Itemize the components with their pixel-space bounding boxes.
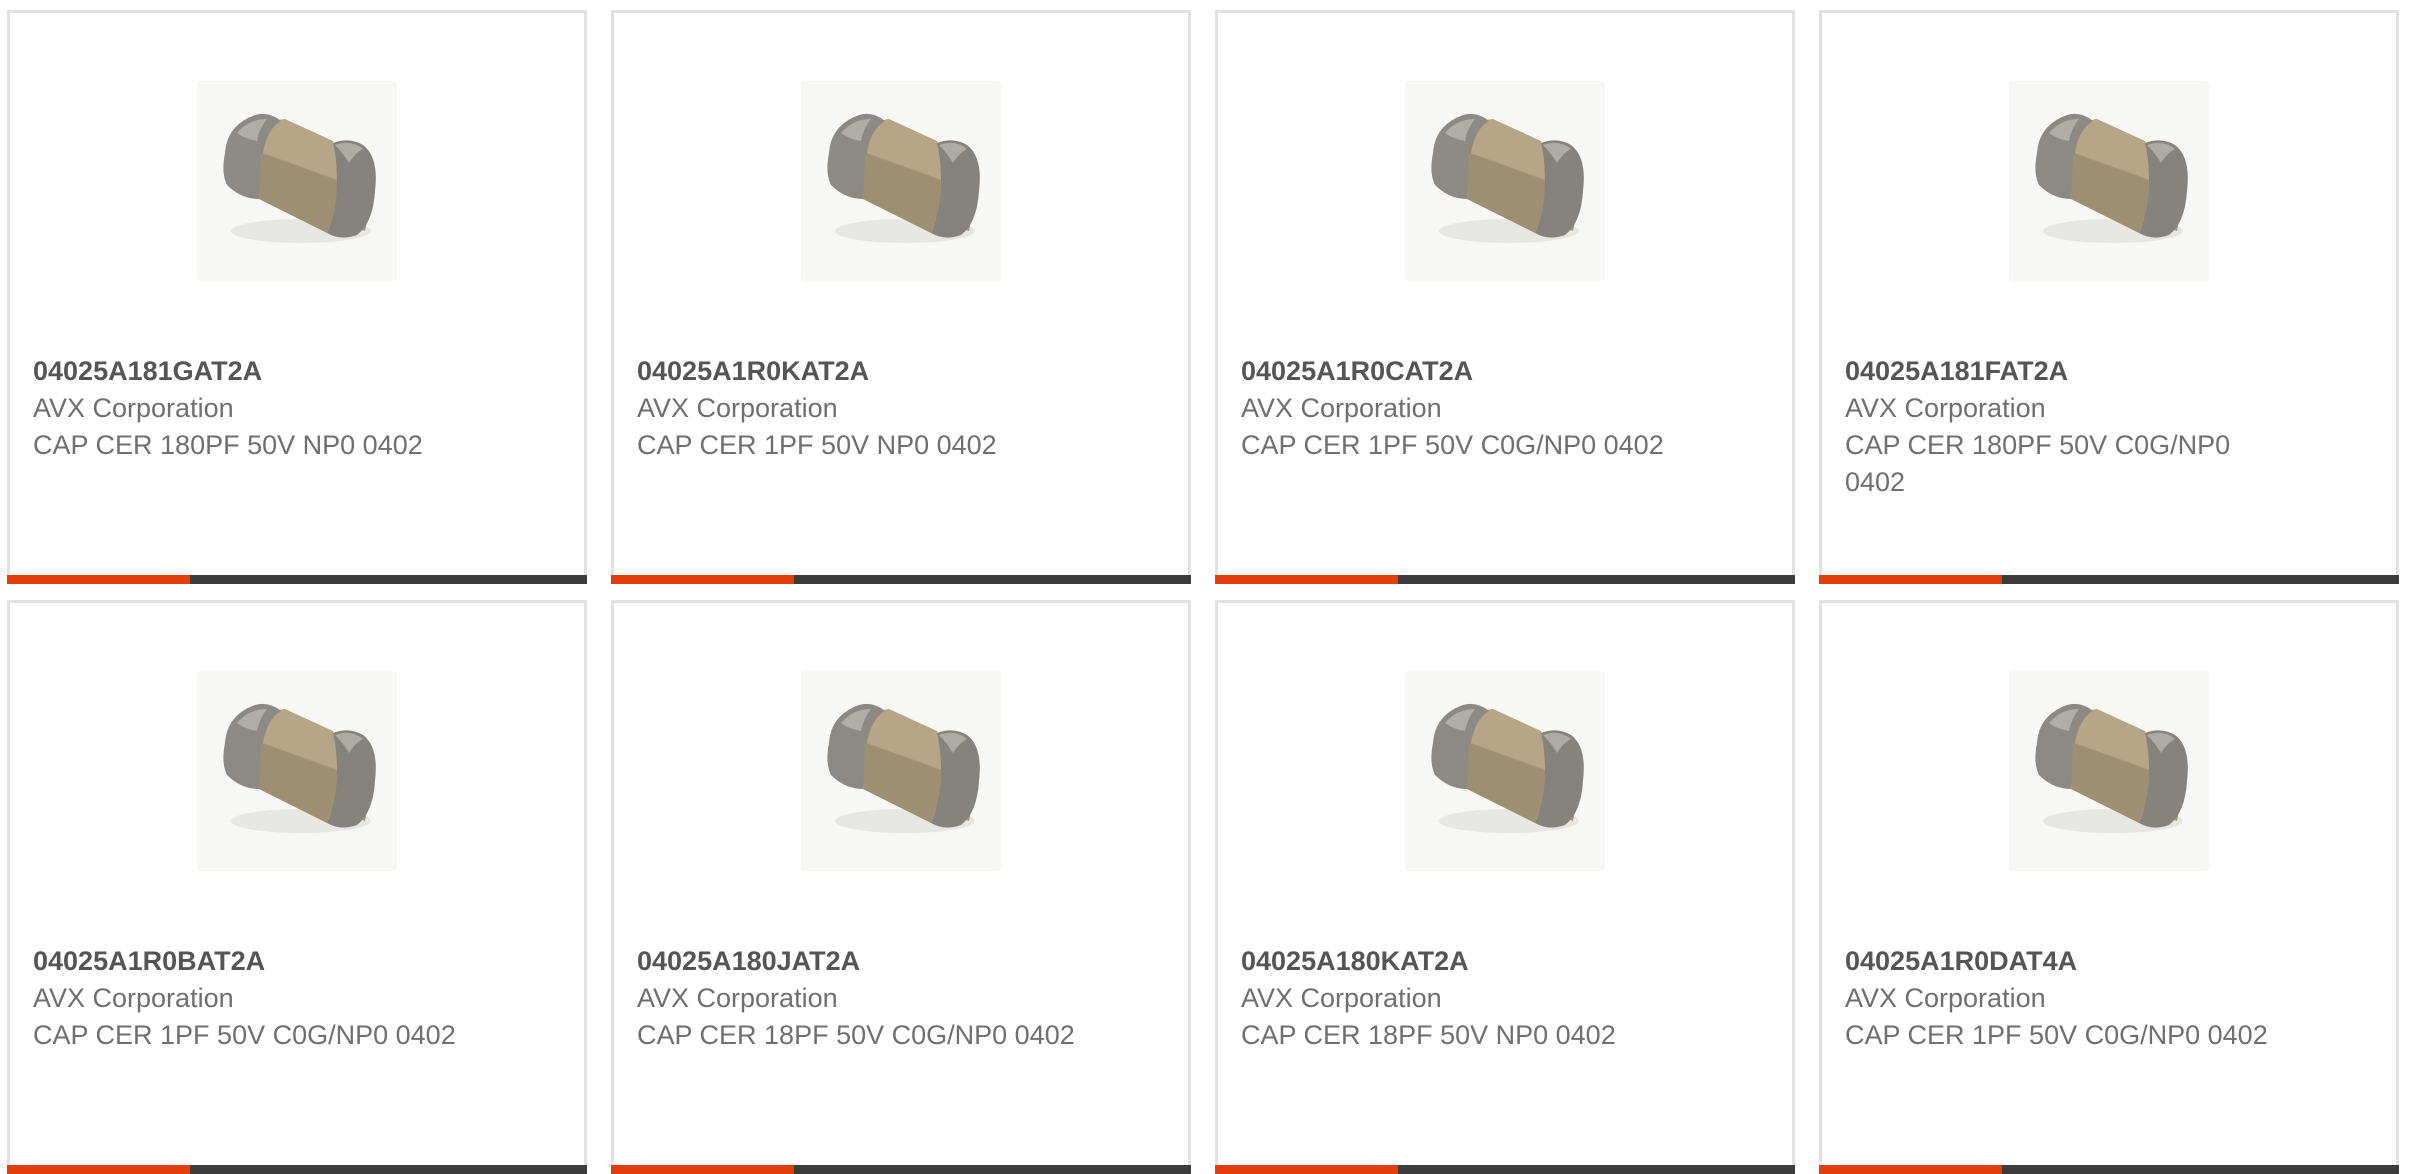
product-card[interactable]: 04025A1R0DAT4A AVX Corporation CAP CER 1… — [1819, 600, 2399, 1174]
part-number[interactable]: 04025A181GAT2A — [33, 353, 473, 390]
card-accent-bar — [7, 1165, 190, 1174]
product-image[interactable] — [801, 81, 1001, 281]
ceramic-capacitor-chip-icon — [801, 671, 1001, 871]
manufacturer: AVX Corporation — [33, 983, 234, 1013]
product-image[interactable] — [1405, 81, 1605, 281]
product-card[interactable]: 04025A180JAT2A AVX Corporation CAP CER 1… — [611, 600, 1191, 1174]
ceramic-capacitor-chip-icon — [801, 81, 1001, 281]
card-accent-bar — [611, 575, 794, 584]
product-image[interactable] — [2009, 81, 2209, 281]
product-card[interactable]: 04025A181FAT2A AVX Corporation CAP CER 1… — [1819, 10, 2399, 584]
product-card[interactable]: 04025A181GAT2A AVX Corporation CAP CER 1… — [7, 10, 587, 584]
product-card[interactable]: 04025A1R0KAT2A AVX Corporation CAP CER 1… — [611, 10, 1191, 584]
product-description: CAP CER 18PF 50V NP0 0402 — [1241, 1020, 1616, 1050]
product-info: 04025A181FAT2A AVX Corporation CAP CER 1… — [1845, 353, 2285, 501]
product-card[interactable]: 04025A1R0CAT2A AVX Corporation CAP CER 1… — [1215, 10, 1795, 584]
manufacturer: AVX Corporation — [1845, 393, 2046, 423]
ceramic-capacitor-chip-icon — [197, 81, 397, 281]
product-grid: 04025A181GAT2A AVX Corporation CAP CER 1… — [7, 10, 2399, 1174]
product-description: CAP CER 1PF 50V C0G/NP0 0402 — [1845, 1020, 2268, 1050]
product-info: 04025A1R0CAT2A AVX Corporation CAP CER 1… — [1241, 353, 1681, 464]
card-bottom-bar — [7, 575, 587, 584]
part-number[interactable]: 04025A1R0KAT2A — [637, 353, 1077, 390]
card-accent-bar — [1819, 575, 2002, 584]
card-bottom-bar — [7, 1165, 587, 1174]
card-bottom-bar — [1215, 575, 1795, 584]
ceramic-capacitor-chip-icon — [197, 671, 397, 871]
product-info: 04025A1R0BAT2A AVX Corporation CAP CER 1… — [33, 943, 473, 1054]
part-number[interactable]: 04025A181FAT2A — [1845, 353, 2285, 390]
card-accent-bar — [1215, 575, 1398, 584]
card-accent-bar — [1215, 1165, 1398, 1174]
part-number[interactable]: 04025A1R0BAT2A — [33, 943, 473, 980]
ceramic-capacitor-chip-icon — [2009, 671, 2209, 871]
card-bottom-bar — [1819, 575, 2399, 584]
card-bottom-bar — [611, 575, 1191, 584]
product-info: 04025A180KAT2A AVX Corporation CAP CER 1… — [1241, 943, 1681, 1054]
ceramic-capacitor-chip-icon — [2009, 81, 2209, 281]
card-bottom-bar — [1819, 1165, 2399, 1174]
product-info: 04025A1R0KAT2A AVX Corporation CAP CER 1… — [637, 353, 1077, 464]
product-image[interactable] — [197, 671, 397, 871]
card-accent-bar — [611, 1165, 794, 1174]
product-description: CAP CER 180PF 50V NP0 0402 — [33, 430, 423, 460]
product-info: 04025A180JAT2A AVX Corporation CAP CER 1… — [637, 943, 1077, 1054]
manufacturer: AVX Corporation — [1241, 393, 1442, 423]
card-bottom-bar — [611, 1165, 1191, 1174]
product-description: CAP CER 18PF 50V C0G/NP0 0402 — [637, 1020, 1075, 1050]
product-image[interactable] — [2009, 671, 2209, 871]
card-accent-bar — [7, 575, 190, 584]
product-card[interactable]: 04025A1R0BAT2A AVX Corporation CAP CER 1… — [7, 600, 587, 1174]
manufacturer: AVX Corporation — [637, 393, 838, 423]
product-description: CAP CER 1PF 50V C0G/NP0 0402 — [1241, 430, 1664, 460]
product-image[interactable] — [197, 81, 397, 281]
card-accent-bar — [1819, 1165, 2002, 1174]
manufacturer: AVX Corporation — [637, 983, 838, 1013]
manufacturer: AVX Corporation — [1241, 983, 1442, 1013]
product-description: CAP CER 180PF 50V C0G/NP0 0402 — [1845, 430, 2231, 497]
product-image[interactable] — [1405, 671, 1605, 871]
product-image[interactable] — [801, 671, 1001, 871]
product-info: 04025A1R0DAT4A AVX Corporation CAP CER 1… — [1845, 943, 2285, 1054]
manufacturer: AVX Corporation — [33, 393, 234, 423]
ceramic-capacitor-chip-icon — [1405, 671, 1605, 871]
product-card[interactable]: 04025A180KAT2A AVX Corporation CAP CER 1… — [1215, 600, 1795, 1174]
product-description: CAP CER 1PF 50V C0G/NP0 0402 — [33, 1020, 456, 1050]
card-bottom-bar — [1215, 1165, 1795, 1174]
part-number[interactable]: 04025A1R0DAT4A — [1845, 943, 2285, 980]
part-number[interactable]: 04025A180JAT2A — [637, 943, 1077, 980]
manufacturer: AVX Corporation — [1845, 983, 2046, 1013]
ceramic-capacitor-chip-icon — [1405, 81, 1605, 281]
product-info: 04025A181GAT2A AVX Corporation CAP CER 1… — [33, 353, 473, 464]
product-description: CAP CER 1PF 50V NP0 0402 — [637, 430, 997, 460]
part-number[interactable]: 04025A1R0CAT2A — [1241, 353, 1681, 390]
part-number[interactable]: 04025A180KAT2A — [1241, 943, 1681, 980]
